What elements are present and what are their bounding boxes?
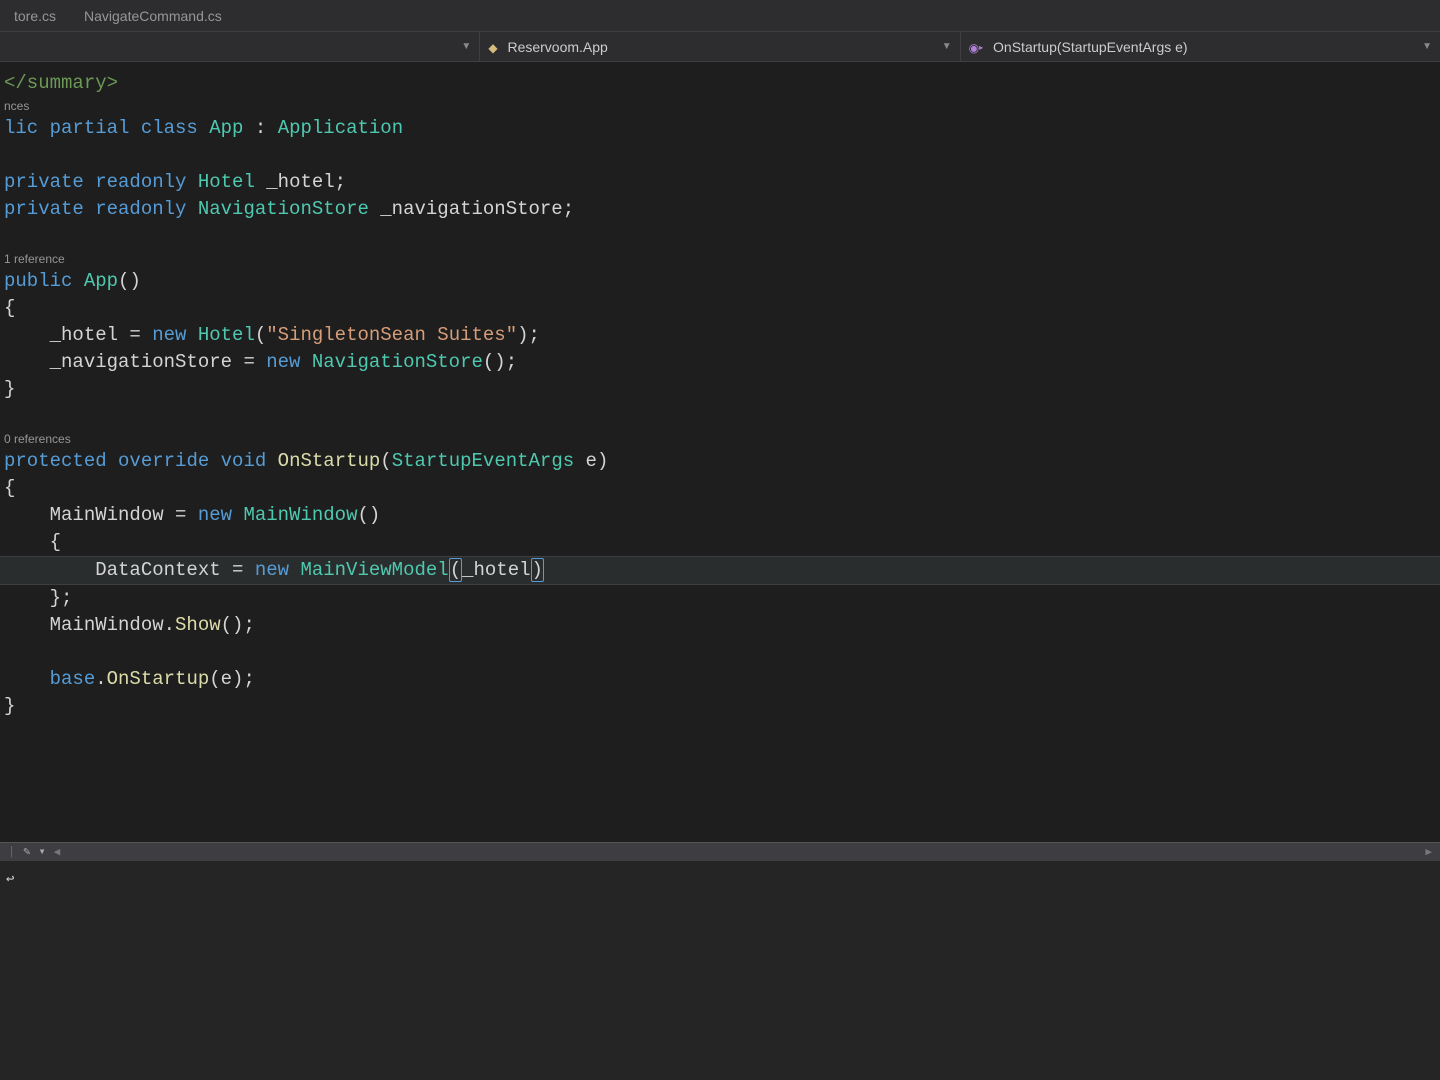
codelens-references[interactable]: 1 reference <box>0 250 1440 268</box>
code-text: ( <box>380 450 391 472</box>
document-tab-bar: tore.cs NavigateCommand.cs <box>0 0 1440 32</box>
chevron-down-icon: ▼ <box>1422 41 1432 52</box>
code-text: readonly <box>95 198 198 220</box>
code-text: "SingletonSean Suites" <box>266 324 517 346</box>
chevron-down-icon: ▼ <box>942 41 952 52</box>
current-line: DataContext = new MainViewModel(_hotel) <box>0 556 1440 585</box>
class-icon: ◆ <box>488 41 497 55</box>
code-text: () <box>357 504 380 526</box>
code-text: () <box>118 270 141 292</box>
code-text: _hotel = <box>4 324 152 346</box>
code-text: void <box>221 450 278 472</box>
code-text: OnStartup <box>107 668 210 690</box>
brush-icon[interactable]: ✎ <box>23 844 30 859</box>
code-text: new <box>255 559 301 581</box>
code-text: Hotel <box>198 171 255 193</box>
code-text: Show <box>175 614 221 636</box>
code-text: public <box>4 270 84 292</box>
code-text: MainWindow. <box>4 614 175 636</box>
bracket-match-close: ) <box>531 558 544 582</box>
code-text: lic <box>4 117 50 139</box>
code-text: e) <box>574 450 608 472</box>
member-dropdown[interactable]: ◉▸ OnStartup(StartupEventArgs e) ▼ <box>961 32 1440 61</box>
code-text: : <box>243 117 277 139</box>
code-text: base <box>50 668 96 690</box>
code-text: { <box>4 297 15 319</box>
chevron-down-icon: ▼ <box>461 41 471 52</box>
scroll-right-icon[interactable]: ▶ <box>1425 845 1432 859</box>
scroll-track[interactable] <box>68 846 1417 858</box>
codelens-references[interactable]: 0 references <box>0 430 1440 448</box>
code-text: { <box>4 477 15 499</box>
code-text: _navigationStore; <box>369 198 574 220</box>
tab-navigatecommand-cs[interactable]: NavigateCommand.cs <box>70 0 236 31</box>
code-text: _navigationStore = <box>4 351 266 373</box>
code-text: ); <box>517 324 540 346</box>
code-text: _hotel; <box>255 171 346 193</box>
separator-icon: | <box>8 845 15 859</box>
bracket-match-open: ( <box>449 558 462 582</box>
code-text: (); <box>483 351 517 373</box>
wrap-icon[interactable]: ↩ <box>6 872 14 888</box>
code-editor[interactable]: </summary> nces lic partial class App : … <box>0 62 1440 842</box>
code-text: new <box>266 351 312 373</box>
code-text: Hotel <box>198 324 255 346</box>
code-text: class <box>141 117 209 139</box>
code-text: } <box>4 378 15 400</box>
method-icon: ◉▸ <box>969 41 984 55</box>
chevron-down-icon[interactable]: ▾ <box>38 844 45 859</box>
code-text: { <box>4 531 61 553</box>
code-text: . <box>95 668 106 690</box>
code-navigation-bar: ▼ ◆ Reservoom.App ▼ ◉▸ OnStartup(Startup… <box>0 32 1440 62</box>
codelens-references[interactable]: nces <box>0 97 1440 115</box>
code-text: private <box>4 171 95 193</box>
code-text: App <box>209 117 243 139</box>
class-dropdown[interactable]: ◆ Reservoom.App ▼ <box>480 32 960 61</box>
code-text: NavigationStore <box>312 351 483 373</box>
code-text: } <box>4 695 15 717</box>
code-text: ( <box>255 324 266 346</box>
member-label: OnStartup(StartupEventArgs e) <box>993 39 1188 55</box>
code-text: _hotel <box>462 559 530 581</box>
tab-tore-cs[interactable]: tore.cs <box>0 0 70 31</box>
code-text: MainWindow <box>243 504 357 526</box>
output-panel[interactable]: ↩ <box>0 860 1440 1080</box>
code-text: readonly <box>95 171 198 193</box>
code-text: OnStartup <box>278 450 381 472</box>
code-text <box>4 668 50 690</box>
code-text: (e); <box>209 668 255 690</box>
code-text: MainWindow = <box>4 504 198 526</box>
code-text: DataContext = <box>4 559 255 581</box>
code-text: MainViewModel <box>300 559 448 581</box>
class-label: Reservoom.App <box>507 39 607 55</box>
code-text: new <box>152 324 198 346</box>
code-text: Application <box>278 117 403 139</box>
code-text: protected <box>4 450 118 472</box>
scroll-left-icon[interactable]: ◀ <box>54 845 61 859</box>
code-text: </summary> <box>4 72 118 94</box>
code-text: StartupEventArgs <box>392 450 574 472</box>
code-text: NavigationStore <box>198 198 369 220</box>
scope-dropdown[interactable]: ▼ <box>0 32 480 61</box>
code-text: (); <box>221 614 255 636</box>
code-text: App <box>84 270 118 292</box>
code-text: }; <box>4 587 72 609</box>
code-text: new <box>198 504 244 526</box>
horizontal-scrollbar[interactable]: | ✎ ▾ ◀ ▶ <box>0 842 1440 860</box>
code-text: partial <box>50 117 141 139</box>
code-text: override <box>118 450 221 472</box>
code-text: private <box>4 198 95 220</box>
